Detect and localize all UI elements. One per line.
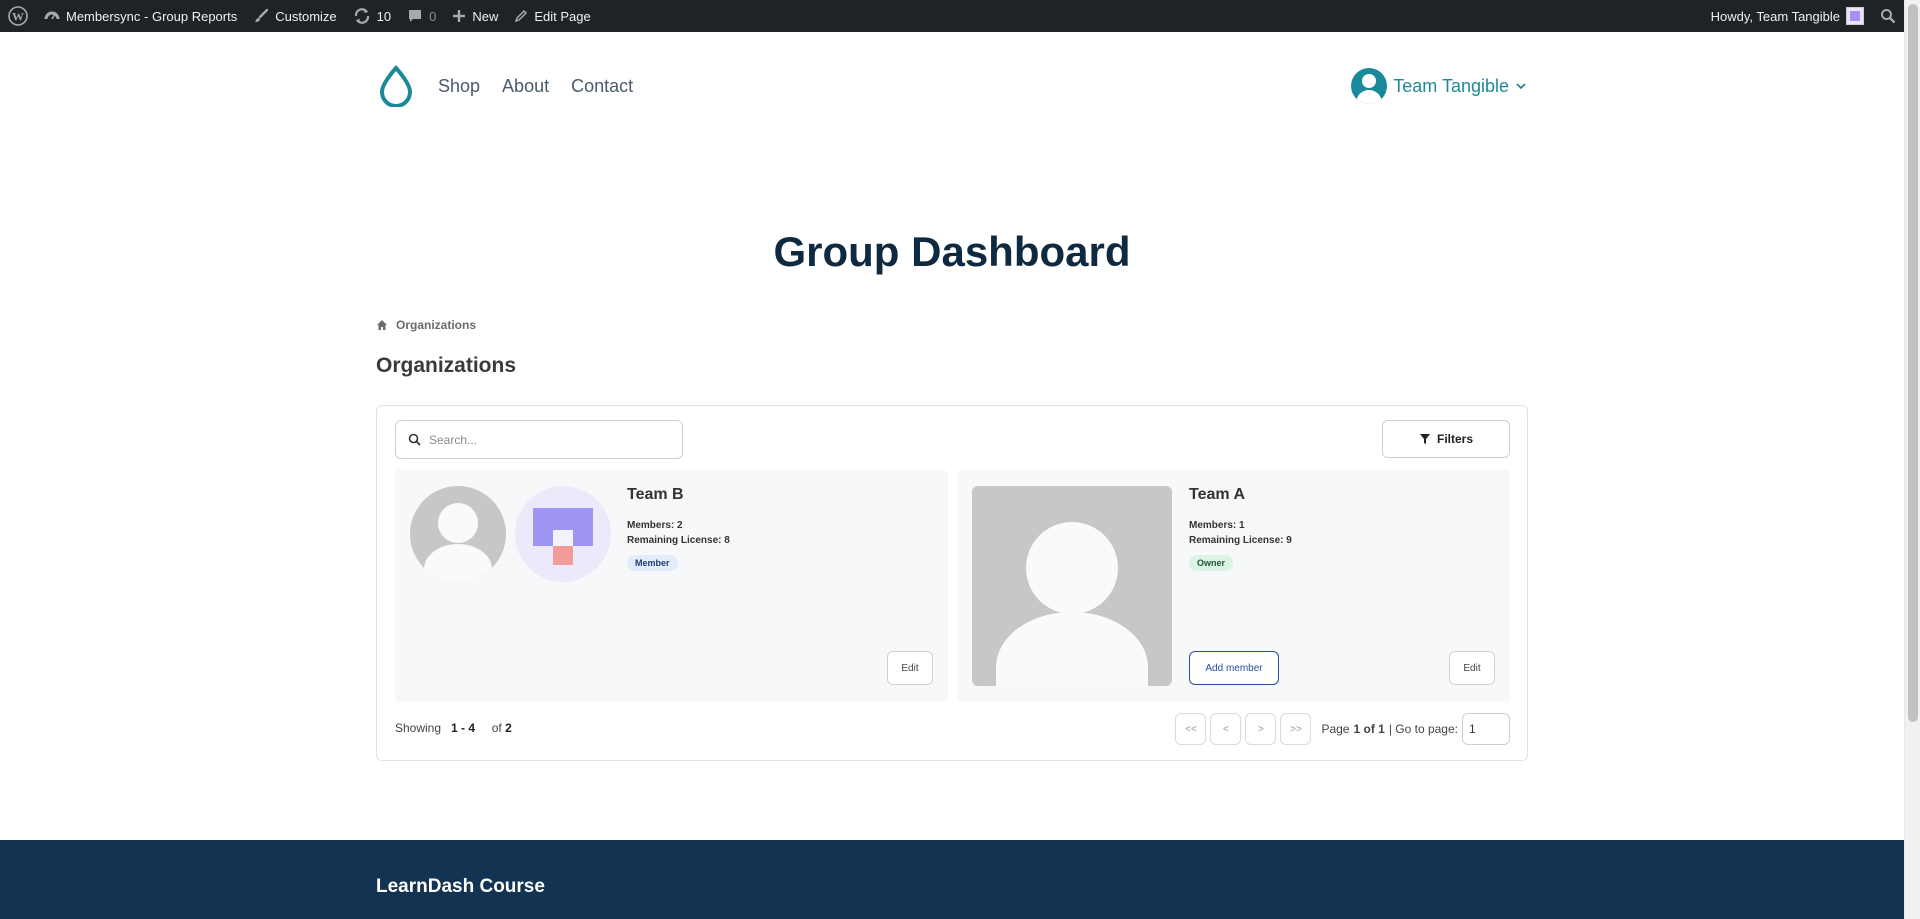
showing-summary: Showing 1 - 4 of 2 [395,721,512,735]
pagination: << < > >> Page 1 of 1 | Go to page: [1175,713,1510,745]
role-badge: Member [627,555,678,571]
pencil-icon [515,9,528,23]
new-content-link[interactable]: New [444,0,506,32]
paintbrush-icon [255,8,269,22]
filter-funnel-icon [1419,434,1430,444]
page-scrollbar[interactable] [1904,0,1920,919]
edit-button[interactable]: Edit [887,651,933,685]
site-name-link[interactable]: Membersync - Group Reports [36,0,245,32]
edit-button[interactable]: Edit [1449,651,1495,685]
goto-label: | Go to page: [1388,722,1458,736]
first-page-button[interactable]: << [1175,713,1207,745]
search-box[interactable] [395,420,683,459]
user-name: Team Tangible [1393,75,1509,96]
updates-icon [354,8,369,24]
edit-page-link[interactable]: Edit Page [506,0,598,32]
breadcrumb-organizations[interactable]: Organizations [396,318,476,332]
nav-about[interactable]: About [502,76,549,97]
main-nav: Shop About Contact [438,76,633,97]
comments-link[interactable]: 0 [399,0,444,32]
svg-text:W: W [12,10,24,24]
howdy-text: Howdy, Team Tangible [1710,8,1840,24]
site-header: Shop About Contact Team Tangible [0,32,1904,142]
customize-label: Customize [275,8,337,24]
goto-page-input[interactable] [1462,713,1510,745]
comment-bubble-icon [409,10,422,22]
customize-link[interactable]: Customize [245,0,344,32]
page-label: Page [1321,722,1350,736]
members-count: Members: 1 [1189,520,1245,531]
home-icon[interactable] [376,319,388,331]
showing-range: 1 - 4 [451,721,476,735]
nav-shop[interactable]: Shop [438,76,480,97]
organization-card-team-b: Team B Members: 2 Remaining License: 8 M… [395,470,948,702]
page-title: Group Dashboard [773,228,1131,275]
role-badge: Owner [1189,555,1234,571]
members-count: Members: 2 [627,520,683,531]
new-label: New [472,8,499,24]
organization-name: Team B [627,486,684,503]
last-page-button[interactable]: >> [1280,713,1312,745]
admin-search-icon[interactable] [1872,0,1904,32]
admin-avatar [1846,7,1864,25]
of-label: of [491,721,502,735]
user-avatar-icon [1351,68,1388,104]
search-input[interactable] [429,432,659,447]
edit-page-label: Edit Page [534,8,591,24]
scrollbar-thumb[interactable] [1908,4,1918,722]
plus-icon [453,10,466,22]
user-placeholder-avatar [410,486,506,582]
organization-name: Team A [1189,486,1246,503]
updates-link[interactable]: 10 [345,0,399,32]
next-page-button[interactable]: > [1245,713,1277,745]
prev-page-button[interactable]: < [1210,713,1242,745]
section-title: Organizations [376,354,517,377]
admin-bar: W Membersync - Group Reports Customize 1… [0,0,1904,32]
updates-count: 10 [376,8,392,24]
footer-title: LearnDash Course [376,876,545,897]
showing-total: 2 [505,721,512,735]
search-icon [408,433,421,446]
page-of: 1 of 1 [1353,722,1385,736]
chevron-down-icon [1516,83,1526,90]
nav-contact[interactable]: Contact [571,76,633,97]
wordpress-logo-icon[interactable]: W [0,0,36,32]
remaining-license: Remaining License: 9 [1189,535,1292,546]
user-menu[interactable]: Team Tangible [1351,68,1527,104]
filters-label: Filters [1436,432,1473,446]
filters-button[interactable]: Filters [1382,420,1510,458]
account-menu[interactable]: Howdy, Team Tangible [1703,0,1872,32]
comments-count: 0 [429,8,437,24]
breadcrumb: Organizations [376,318,476,332]
site-name: Membersync - Group Reports [66,8,238,24]
user-placeholder-avatar [972,486,1172,686]
organization-card-team-a: Team A Members: 1 Remaining License: 9 O… [957,470,1510,702]
add-member-button[interactable]: Add member [1189,651,1279,685]
showing-label: Showing [395,721,442,735]
drop-logo-icon[interactable] [376,65,416,107]
dashboard-gauge-icon [44,11,60,20]
site-footer: LearnDash Course [0,840,1904,919]
organizations-panel: Filters Team B Members: 2 Remaining Lice… [376,405,1528,761]
organization-logo [515,486,611,582]
remaining-license: Remaining License: 8 [627,535,730,546]
